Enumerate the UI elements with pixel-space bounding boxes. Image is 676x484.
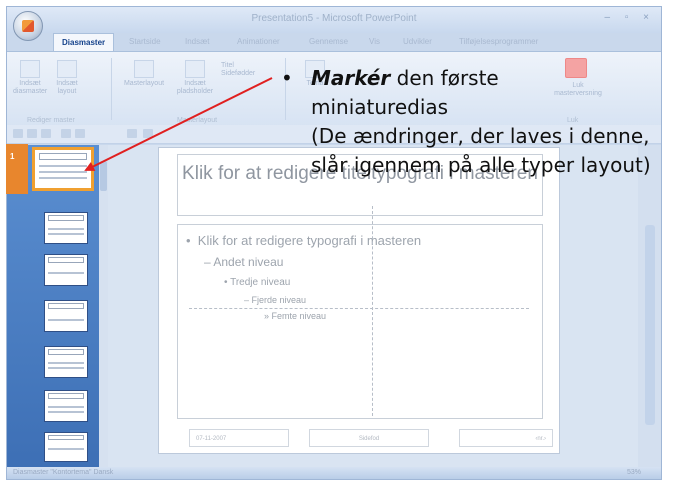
insert-slide-master-label: Indsæt diasmaster [13,80,48,95]
office-logo-icon [22,20,34,32]
group-master-layout-label: Masterlayout [177,117,218,124]
thumbnail-layout-2[interactable] [44,254,88,286]
title-checkbox[interactable]: Titel Sidefødder [221,62,271,78]
thumbnail-title [48,257,84,263]
footer-date-placeholder[interactable]: 07-11-2007 [189,429,289,447]
thumbnail-title [48,215,84,221]
tab-gennemse[interactable]: Gennemse [309,33,348,51]
thumbnail-layout-1[interactable] [44,212,88,244]
thumbnail-line [48,362,84,364]
thumbnail-title [48,303,84,309]
level2-label: Andet niveau [213,255,284,269]
level4-label: Fjerde niveau [251,295,307,305]
editor-scroll-thumb[interactable] [645,225,655,425]
tab-startside[interactable]: Startside [129,33,161,51]
scroll-thumb[interactable] [100,161,107,191]
layout-icon [57,60,77,78]
thumbnail-title [48,349,84,355]
tab-vis[interactable]: Vis [369,33,380,51]
footers-check-label: Sidefødder [221,70,256,77]
thumbnail-line [39,165,87,168]
insert-placeholder-label: Indsæt pladsholder [176,80,214,95]
thumbnail-layout-5[interactable] [44,390,88,422]
thumbnail-title [48,393,84,399]
level3-label: Tredje niveau [230,277,291,288]
tab-indsaet[interactable]: Indsæt [185,33,209,51]
open-icon[interactable] [27,129,37,138]
body-placeholder[interactable]: • Klik for at redigere typografi i maste… [177,224,543,419]
thumbnail-line [48,406,84,408]
thumbnail-layout-4[interactable] [44,346,88,378]
title-bar: Presentation5 - Microsoft PowerPoint – ▫… [7,7,661,33]
tab-tilfoejelsesprogrammer[interactable]: Tilføjelsesprogrammer [459,33,538,51]
thumbnail-line [48,271,84,274]
guide-horizontal [189,308,529,309]
callout-text: Markér den første miniaturedias (De ændr… [311,64,673,180]
thumbnail-number: 1 [10,152,15,161]
level5-label: Femte niveau [271,311,327,321]
master-layout-icon [134,60,154,78]
insert-layout-label: Indsæt layout [56,80,78,95]
tab-diasmaster[interactable]: Diasmaster [53,33,115,51]
slide-master-icon [20,60,40,78]
thumbnail-layout-6[interactable] [44,432,88,462]
status-left: Diasmaster "Kontortema" Dansk [13,469,114,476]
callout-line3: (De ændringer, der laves i denne, slår i… [311,124,651,177]
level4-text: – Fjerde niveau [244,295,307,305]
thumbnail-line [48,319,84,321]
save-icon[interactable] [41,129,51,138]
level2-text: – Andet niveau [204,255,284,269]
tab-udvikler[interactable]: Udvikler [403,33,432,51]
group-separator [111,58,112,120]
new-icon[interactable] [13,129,23,138]
slideshow-icon[interactable] [143,129,153,138]
insert-placeholder-button[interactable]: Indsæt pladsholder [173,60,217,96]
thumbnail-line [48,233,84,236]
status-bar: Diasmaster "Kontortema" Dansk 53% [7,467,661,479]
thumbnail-line [39,176,87,179]
thumbnail-title [39,153,87,160]
thumbnail-title [48,435,84,441]
thumbnail-line [48,367,84,370]
redo-icon[interactable] [75,129,85,138]
thumbnail-line [39,170,87,173]
thumbnail-line [48,228,84,230]
master-layout-label: Masterlayout [123,80,165,87]
window-title: Presentation5 - Microsoft PowerPoint [251,13,417,24]
group-edit-master-label: Rediger master [27,117,75,124]
footer-center-placeholder[interactable]: Sidefod [309,429,429,447]
thumbnail-master-slide[interactable] [32,147,94,191]
level3-text: • Tredje niveau [224,277,291,288]
master-layout-button[interactable]: Masterlayout [119,60,169,88]
callout-emphasis: Markér [311,66,391,90]
office-button[interactable] [13,11,43,41]
callout-line1: den første [390,66,499,90]
callout-bullet: • [281,66,293,90]
level1-label: Klik for at redigere typografi i mastere… [197,233,422,248]
insert-slide-master-button[interactable]: Indsæt diasmaster [13,60,47,96]
level1-text: • Klik for at redigere typografi i maste… [186,233,422,248]
thumbnail-layout-3[interactable] [44,300,88,332]
window-controls[interactable]: – ▫ × [604,12,655,23]
guide-vertical [372,206,373,416]
tab-animationer[interactable]: Animationer [237,33,280,51]
footer-number-placeholder[interactable]: ‹nr.› [459,429,553,447]
thumbnail-line [48,411,84,414]
zoom-level[interactable]: 53% [627,467,641,479]
view-icon[interactable] [127,129,137,138]
ribbon-tabs: Diasmaster Startside Indsæt Animationer … [47,33,661,51]
placeholder-icon [185,60,205,78]
editor-scrollbar[interactable] [638,145,661,469]
insert-layout-button[interactable]: Indsæt layout [51,60,83,96]
level5-text: » Femte niveau [264,311,327,321]
slide-master-canvas: Klik for at redigere titeltypografi i ma… [159,148,559,453]
title-check-label: Titel [221,62,234,69]
callout-line2: miniaturedias [311,95,449,119]
thumbnail-line [48,448,84,451]
undo-icon[interactable] [61,129,71,138]
thumbnail-scrollbar[interactable] [99,145,108,469]
